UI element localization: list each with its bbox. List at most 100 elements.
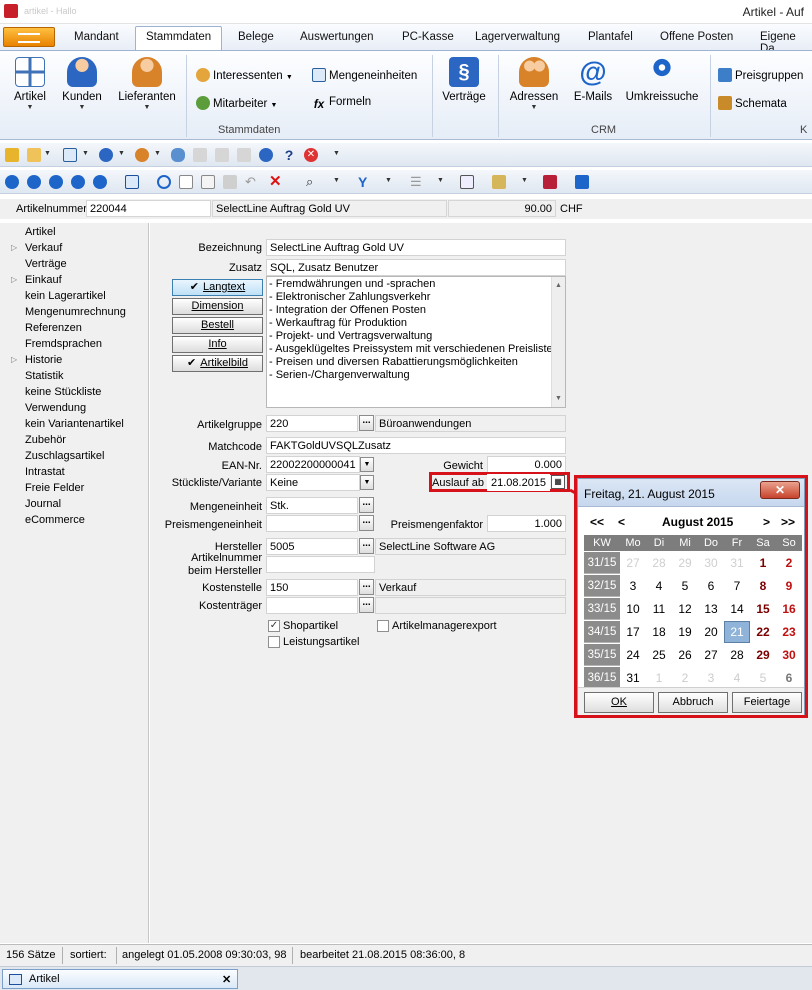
stueckliste-select[interactable]: Keine [266, 474, 360, 491]
first-record-icon[interactable] [5, 175, 19, 189]
calendar-day[interactable]: 28 [646, 552, 672, 574]
calendar-day[interactable]: 12 [672, 598, 698, 620]
undo-icon[interactable]: ↶ [245, 175, 259, 189]
auslauf-date-field[interactable]: 21.08.2015 [487, 474, 550, 491]
tab-mandant[interactable]: Mandant [74, 31, 119, 43]
sidebar-item-historie[interactable]: Historie [25, 354, 62, 366]
calendar-day[interactable]: 16 [776, 598, 802, 620]
next-record-icon[interactable] [71, 175, 85, 189]
calendar-day[interactable]: 26 [672, 644, 698, 666]
langtext-button[interactable]: ✔ Langtext [172, 279, 263, 296]
calendar-day[interactable]: 19 [672, 621, 698, 643]
copy-disabled-icon[interactable] [193, 148, 207, 162]
structure-icon[interactable] [63, 148, 77, 162]
sidebar-item-stueckliste[interactable]: keine Stückliste [25, 386, 101, 398]
expand-historie-icon[interactable]: ▷ [11, 355, 17, 364]
copy-document-icon[interactable] [201, 175, 215, 189]
calendar-day[interactable]: 3 [620, 575, 646, 597]
calendar-day[interactable]: 31 [620, 667, 646, 689]
database-icon[interactable] [5, 148, 19, 162]
kostenstelle-lookup-button[interactable]: ... [359, 579, 374, 595]
app-icon[interactable] [4, 4, 18, 18]
boat-icon[interactable] [171, 148, 185, 162]
calendar-day[interactable]: 29 [672, 552, 698, 574]
expand-verkauf-icon[interactable]: ▷ [11, 243, 17, 252]
calendar-day[interactable]: 31 [724, 552, 750, 574]
calendar-day[interactable]: 10 [620, 598, 646, 620]
calendar-day[interactable]: 8 [750, 575, 776, 597]
report-icon[interactable] [543, 175, 557, 189]
langtext-memo[interactable]: - Fremdwährungen und -sprachen - Elektro… [266, 276, 566, 408]
sidebar-item-referenzen[interactable]: Referenzen [25, 322, 82, 334]
book-icon[interactable] [575, 175, 589, 189]
lieferanten-button[interactable]: Lieferanten ▼ [114, 53, 180, 111]
calendar-day[interactable]: 5 [750, 667, 776, 689]
gewicht-field[interactable]: 0.000 [487, 456, 566, 473]
sidebar-item-zuschlagsartikel[interactable]: Zuschlagsartikel [25, 450, 104, 462]
info-button[interactable]: Info [172, 336, 263, 353]
next-year-button[interactable]: >> [781, 515, 795, 529]
tab-stammdaten[interactable]: Stammdaten [135, 26, 223, 51]
emails-button[interactable]: @ E-Mails [570, 53, 616, 104]
sidebar-item-verkauf[interactable]: Verkauf [25, 242, 62, 254]
calendar-day[interactable]: 5 [672, 575, 698, 597]
artikelnummer-field[interactable]: 220044 [86, 200, 211, 217]
tab-pc-kasse[interactable]: PC-Kasse [402, 31, 454, 43]
dimension-button[interactable]: Dimension [172, 298, 263, 315]
kostentraeger-field[interactable] [266, 597, 358, 614]
schemata-button[interactable]: Schemata [718, 96, 787, 110]
delete-icon[interactable]: ✕ [269, 174, 283, 189]
sidebar-item-statistik[interactable]: Statistik [25, 370, 64, 382]
close-circle-icon[interactable]: ✕ [304, 148, 318, 162]
hersteller-field[interactable]: 5005 [266, 538, 358, 555]
calendar-day[interactable]: 4 [646, 575, 672, 597]
sidebar-item-einkauf[interactable]: Einkauf [25, 274, 62, 286]
interessenten-button[interactable]: Interessenten ▼ [196, 68, 293, 82]
prev-year-button[interactable]: << [590, 515, 604, 529]
bezeichnung-field[interactable]: SelectLine Auftrag Gold UV [266, 239, 566, 256]
artikelgruppe-field[interactable]: 220 [266, 415, 358, 432]
close-button[interactable]: ✕ [760, 481, 800, 499]
kostentraeger-lookup-button[interactable]: ... [359, 597, 374, 613]
zusatz-field[interactable]: SQL, Zusatz Benutzer [266, 259, 566, 276]
globe-icon[interactable] [259, 148, 273, 162]
sidebar-item-intrastat[interactable]: Intrastat [25, 466, 65, 478]
tab-plantafel[interactable]: Plantafel [588, 31, 633, 43]
artikelgruppe-lookup-button[interactable]: ... [359, 415, 374, 431]
calendar-day[interactable]: 30 [776, 644, 802, 666]
refresh-icon[interactable] [157, 175, 171, 189]
calendar-day[interactable]: 29 [750, 644, 776, 666]
ok-button[interactable]: OK [584, 692, 654, 713]
calendar-day[interactable]: 9 [776, 575, 802, 597]
supplier-icon[interactable] [135, 148, 149, 162]
mengeneinheiten-button[interactable]: Mengeneinheiten [312, 68, 417, 82]
sidebar-item-mengenumrechnung[interactable]: Mengenumrechnung [25, 306, 126, 318]
matchcode-field[interactable]: FAKTGoldUVSQLZusatz [266, 437, 566, 454]
preismengeneinheit-lookup-button[interactable]: ... [359, 515, 374, 531]
calendar-day[interactable]: 28 [724, 644, 750, 666]
last-record-icon[interactable] [93, 175, 107, 189]
calendar-day[interactable]: 14 [724, 598, 750, 620]
sidebar-item-fremdsprachen[interactable]: Fremdsprachen [25, 338, 102, 350]
next-month-button[interactable]: > [763, 515, 770, 529]
mengeneinheit-field[interactable]: Stk. [266, 497, 358, 514]
stueckliste-dropdown-button[interactable]: ▼ [360, 475, 374, 490]
close-tab-icon[interactable]: ✕ [222, 973, 231, 986]
prev-record-icon[interactable] [49, 175, 63, 189]
vertraege-button[interactable]: § Verträge [440, 53, 488, 103]
taskbar-tab-artikel[interactable]: Artikel ✕ [2, 969, 238, 989]
calendar-day[interactable]: 3 [698, 667, 724, 689]
artikelmanagerexport-checkbox[interactable] [377, 620, 389, 632]
expand-einkauf-icon[interactable]: ▷ [11, 275, 17, 284]
sidebar-item-variantenartikel[interactable]: kein Variantenartikel [25, 418, 124, 430]
calendar-day[interactable]: 15 [750, 598, 776, 620]
kostenstelle-field[interactable]: 150 [266, 579, 358, 596]
tree-icon[interactable]: ☰ [410, 175, 424, 189]
memo-scrollbar[interactable]: ▲ ▼ [551, 277, 565, 407]
calendar-day[interactable]: 1 [750, 552, 776, 574]
feiertage-button[interactable]: Feiertage [732, 692, 802, 713]
calendar-day[interactable]: 13 [698, 598, 724, 620]
calendar-day[interactable]: 6 [698, 575, 724, 597]
calendar-day[interactable]: 7 [724, 575, 750, 597]
preisgruppen-button[interactable]: Preisgruppen [718, 68, 803, 82]
